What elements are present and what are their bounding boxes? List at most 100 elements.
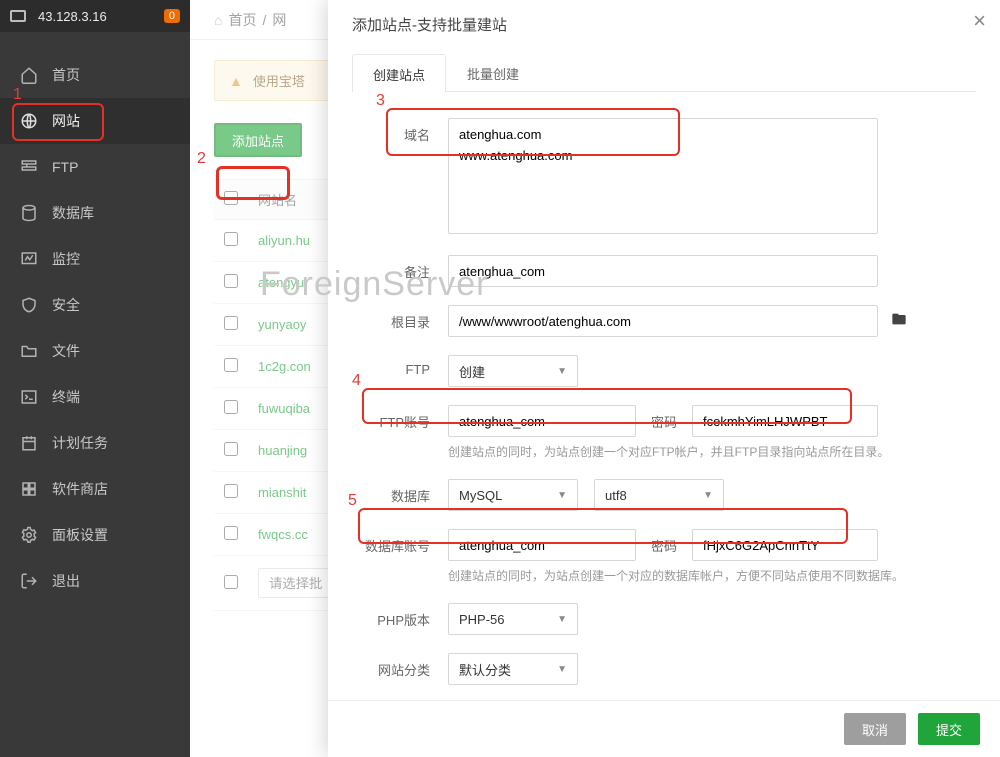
sidebar-item-label: 终端	[52, 387, 80, 407]
site-link[interactable]: fwqcs.cc	[258, 527, 308, 542]
grid-icon	[20, 480, 38, 498]
row-checkbox[interactable]	[224, 526, 238, 540]
root-dir-input[interactable]	[448, 305, 878, 337]
db-engine-value: MySQL	[459, 488, 502, 503]
breadcrumb-current: 网	[272, 10, 286, 30]
label-database: 数据库	[352, 479, 430, 505]
sidebar-item-ftp[interactable]: FTP	[0, 144, 190, 190]
row-checkbox[interactable]	[224, 400, 238, 414]
sidebar-item-label: 计划任务	[52, 433, 108, 453]
notification-badge[interactable]: 0	[164, 9, 180, 23]
gear-icon	[20, 526, 38, 544]
ftp-user-input[interactable]	[448, 405, 636, 437]
label-db-user: 数据库账号	[352, 529, 430, 555]
cancel-button[interactable]: 取消	[844, 713, 906, 745]
monitor-icon	[20, 250, 38, 268]
sidebar-item-cron[interactable]: 计划任务	[0, 420, 190, 466]
site-link[interactable]: mianshit	[258, 485, 306, 500]
modal-title: 添加站点-支持批量建站	[328, 0, 1000, 43]
chevron-down-icon: ▼	[557, 490, 567, 501]
sidebar-item-security[interactable]: 安全	[0, 282, 190, 328]
site-link[interactable]: huanjing	[258, 443, 307, 458]
sidebar-item-label: 面板设置	[52, 525, 108, 545]
modal-tabs: 创建站点 批量创建	[352, 53, 976, 92]
breadcrumb-home[interactable]: 首页	[228, 10, 256, 30]
select-all-checkbox[interactable]	[224, 191, 238, 205]
add-site-button[interactable]: 添加站点	[214, 123, 302, 157]
monitor-icon	[10, 10, 26, 22]
shield-icon	[20, 296, 38, 314]
annotation-number-2: 2	[197, 150, 206, 168]
sidebar-top-bar: 43.128.3.16 0	[0, 0, 190, 32]
row-checkbox[interactable]	[224, 232, 238, 246]
php-version-select[interactable]: PHP-56 ▼	[448, 603, 578, 635]
globe-icon	[20, 112, 38, 130]
ftp-help-text: 创建站点的同时，为站点创建一个对应FTP帐户，并且FTP目录指向站点所在目录。	[448, 443, 976, 461]
db-engine-select[interactable]: MySQL ▼	[448, 479, 578, 511]
site-link[interactable]: atengyur	[258, 275, 309, 290]
row-checkbox[interactable]	[224, 442, 238, 456]
db-charset-select[interactable]: utf8 ▼	[594, 479, 724, 511]
label-ftp-user: FTP账号	[352, 405, 430, 431]
db-password-input[interactable]	[692, 529, 878, 561]
note-input[interactable]	[448, 255, 878, 287]
annotation-number-3: 3	[376, 92, 385, 110]
label-note: 备注	[352, 255, 430, 281]
warning-icon: ▲	[229, 73, 243, 89]
submit-button[interactable]: 提交	[918, 713, 980, 745]
ftp-select[interactable]: 创建 ▼	[448, 355, 578, 387]
ftp-icon	[20, 158, 38, 176]
sidebar: 43.128.3.16 0 首页 网站 FTP 数据库 监控 安全	[0, 0, 190, 757]
row-checkbox[interactable]	[224, 484, 238, 498]
annotation-number-1: 1	[13, 86, 22, 104]
domain-textarea[interactable]	[448, 118, 878, 234]
ftp-select-value: 创建	[459, 362, 485, 381]
breadcrumb-sep: /	[262, 12, 266, 28]
sidebar-item-label: 监控	[52, 249, 80, 269]
folder-icon	[20, 342, 38, 360]
row-checkbox[interactable]	[224, 274, 238, 288]
calendar-icon	[20, 434, 38, 452]
row-checkbox[interactable]	[224, 575, 238, 589]
db-user-input[interactable]	[448, 529, 636, 561]
warning-text: 使用宝塔	[253, 71, 305, 90]
chevron-down-icon: ▼	[703, 490, 713, 501]
sidebar-item-home[interactable]: 首页	[0, 52, 190, 98]
site-link[interactable]: yunyaoy	[258, 317, 306, 332]
sidebar-item-panel-settings[interactable]: 面板设置	[0, 512, 190, 558]
sidebar-item-website[interactable]: 网站	[0, 98, 190, 144]
ftp-password-input[interactable]	[692, 405, 878, 437]
sidebar-item-database[interactable]: 数据库	[0, 190, 190, 236]
sidebar-item-files[interactable]: 文件	[0, 328, 190, 374]
site-link[interactable]: fuwuqiba	[258, 401, 310, 416]
sidebar-item-label: 网站	[52, 111, 80, 131]
close-icon[interactable]: ×	[973, 8, 986, 34]
tab-batch-create[interactable]: 批量创建	[446, 53, 540, 91]
site-link[interactable]: aliyun.hu	[258, 233, 310, 248]
row-checkbox[interactable]	[224, 358, 238, 372]
sidebar-item-label: FTP	[52, 159, 78, 175]
sidebar-item-appstore[interactable]: 软件商店	[0, 466, 190, 512]
sidebar-item-label: 文件	[52, 341, 80, 361]
row-checkbox[interactable]	[224, 316, 238, 330]
folder-browse-icon[interactable]	[890, 311, 908, 332]
chevron-down-icon: ▼	[557, 366, 567, 377]
label-root: 根目录	[352, 305, 430, 331]
site-link[interactable]: 1c2g.con	[258, 359, 311, 374]
add-site-modal: × 添加站点-支持批量建站 创建站点 批量创建 域名 备注 根目录 FTP	[328, 0, 1000, 757]
annotation-number-5: 5	[348, 492, 357, 510]
logout-icon	[20, 572, 38, 590]
sidebar-item-label: 首页	[52, 65, 80, 85]
tab-create-site[interactable]: 创建站点	[352, 54, 446, 92]
server-ip: 43.128.3.16	[38, 9, 107, 24]
add-site-button-label: 添加站点	[232, 131, 284, 150]
sidebar-item-logout[interactable]: 退出	[0, 558, 190, 604]
label-db-password: 密码	[636, 536, 692, 555]
sidebar-item-monitor[interactable]: 监控	[0, 236, 190, 282]
modal-form: 域名 备注 根目录 FTP 创建 ▼	[328, 92, 1000, 700]
sidebar-nav: 首页 网站 FTP 数据库 监控 安全 文件 终端	[0, 32, 190, 604]
site-category-select[interactable]: 默认分类 ▼	[448, 653, 578, 685]
home-icon: ⌂	[214, 12, 222, 28]
label-ftp-password: 密码	[636, 412, 692, 431]
sidebar-item-terminal[interactable]: 终端	[0, 374, 190, 420]
